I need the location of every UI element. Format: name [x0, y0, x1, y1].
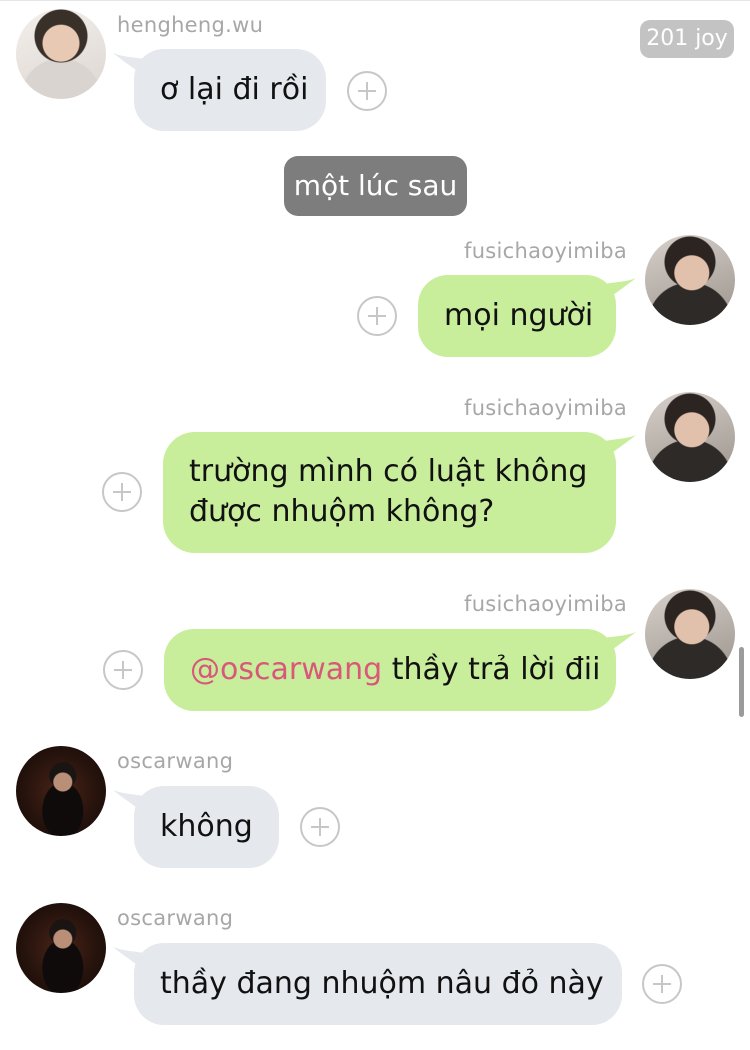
message-bubble[interactable]: trường mình có luật không được nhuộm khô…	[163, 432, 616, 553]
avatar-fusichaoyimiba[interactable]	[645, 235, 735, 325]
avatar-oscarwang[interactable]	[16, 746, 106, 836]
plus-circle-icon[interactable]	[300, 807, 340, 847]
sender-name: oscarwang	[117, 906, 234, 930]
message-bubble[interactable]: không	[134, 786, 279, 868]
plus-circle-icon[interactable]	[103, 650, 143, 690]
avatar-fusichaoyimiba[interactable]	[645, 392, 735, 482]
message-bubble[interactable]: thầy đang nhuộm nâu đỏ này	[134, 943, 622, 1025]
plus-circle-icon[interactable]	[642, 964, 682, 1004]
message-text: mọi người	[444, 298, 594, 333]
avatar-oscarwang[interactable]	[16, 903, 106, 993]
message-text: thầy đang nhuộm nâu đỏ này	[160, 966, 604, 1001]
message-text: không	[160, 809, 253, 844]
message-text-line: trường mình có luật không	[189, 454, 588, 489]
sender-name: fusichaoyimiba	[464, 396, 628, 420]
status-badge: 201 joy	[640, 20, 734, 58]
scrollbar[interactable]	[739, 647, 744, 717]
sender-name: fusichaoyimiba	[464, 592, 628, 616]
message-text-line: được nhuộm không?	[189, 494, 495, 529]
sender-name: oscarwang	[117, 749, 234, 773]
chat-screen: hengheng.wu ơ lại đi rồi 201 joy một lúc…	[0, 0, 750, 1050]
message-bubble[interactable]: mọi người	[418, 275, 616, 357]
message-bubble[interactable]: ơ lại đi rồi	[134, 49, 326, 131]
avatar-hengheng-wu[interactable]	[16, 9, 106, 99]
sender-name: hengheng.wu	[117, 13, 264, 37]
system-message: một lúc sau	[284, 156, 467, 216]
plus-circle-icon[interactable]	[102, 472, 142, 512]
mention-link[interactable]: @oscarwang	[190, 652, 382, 687]
message-text: ơ lại đi rồi	[160, 72, 309, 107]
message-bubble[interactable]: @oscarwang thầy trả lời đii	[164, 629, 616, 711]
message-text: thầy trả lời đii	[382, 652, 601, 687]
avatar-fusichaoyimiba[interactable]	[645, 589, 735, 679]
sender-name: fusichaoyimiba	[464, 239, 628, 263]
plus-circle-icon[interactable]	[347, 71, 387, 111]
plus-circle-icon[interactable]	[357, 296, 397, 336]
